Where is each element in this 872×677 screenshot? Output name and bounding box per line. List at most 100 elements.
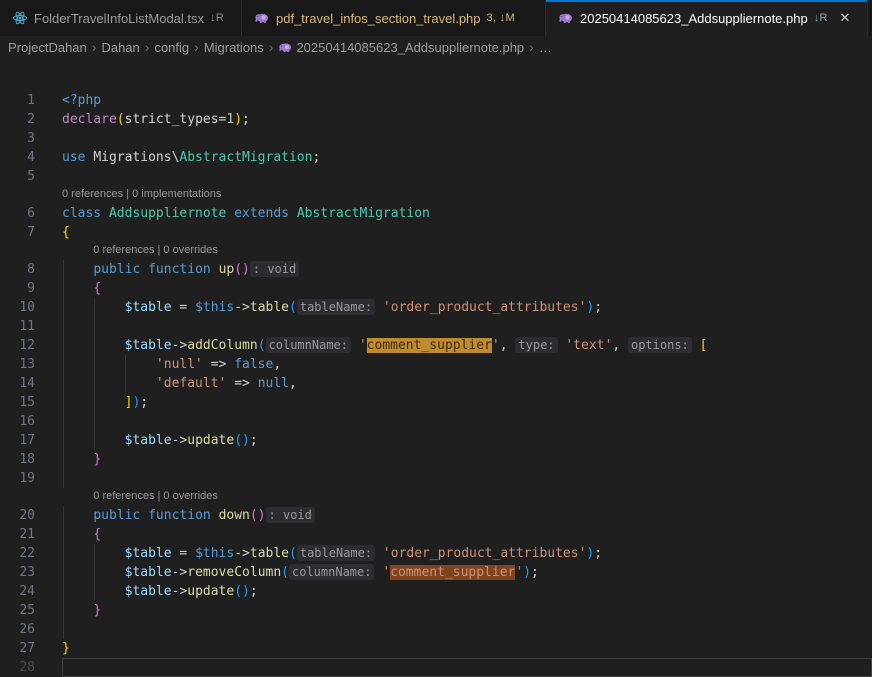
line-number[interactable]: 15 [0, 393, 62, 412]
code-line[interactable]: 23 $table->removeColumn(columnName: 'com… [0, 563, 872, 582]
line-number[interactable]: 2 [0, 110, 62, 129]
line-number[interactable]: 4 [0, 148, 62, 167]
code-line[interactable]: 8 public function up(): void [0, 260, 872, 279]
token: use [62, 150, 93, 165]
code-content: $table->removeColumn(columnName: 'commen… [62, 563, 872, 582]
breadcrumb-item-project[interactable]: ProjectDahan [8, 40, 87, 55]
line-number[interactable]: 28 [0, 658, 62, 677]
line-number[interactable]: 10 [0, 298, 62, 317]
code-line[interactable]: 4use Migrations\AbstractMigration; [0, 148, 872, 167]
token: public [93, 262, 140, 277]
line-number[interactable]: 11 [0, 317, 62, 336]
code-line[interactable]: 27} [0, 639, 872, 658]
editor-code[interactable]: 1<?php2declare(strict_types=1);34use Mig… [0, 58, 872, 677]
code-line[interactable]: 10 $table = $this->table(tableName: 'ord… [0, 298, 872, 317]
line-number[interactable]: 17 [0, 431, 62, 450]
token: tableName: [297, 545, 375, 561]
chevron-right-icon: › [527, 39, 536, 55]
token: : void [250, 261, 299, 277]
chevron-right-icon: › [90, 39, 99, 55]
line-number[interactable]: 24 [0, 582, 62, 601]
code-line[interactable]: 18 } [0, 450, 872, 469]
code-line[interactable]: 21 { [0, 525, 872, 544]
line-number[interactable]: 21 [0, 525, 62, 544]
token: ' [492, 338, 500, 353]
token: { [62, 225, 70, 240]
code-line[interactable]: 14 'default' => null, [0, 374, 872, 393]
code-line[interactable]: 11 [0, 317, 872, 336]
code-line[interactable]: 26 [0, 620, 872, 639]
line-number[interactable]: 13 [0, 355, 62, 374]
indent-guide [94, 298, 95, 317]
token: = [172, 546, 195, 561]
token: ) [242, 433, 250, 448]
code-line[interactable]: 5 [0, 167, 872, 186]
token: ) [523, 565, 531, 580]
breadcrumb-item-config[interactable]: config [154, 40, 189, 55]
code-line[interactable]: 20 public function down(): void [0, 506, 872, 525]
indent-guide [63, 525, 64, 544]
close-icon[interactable]: ✕ [835, 8, 855, 28]
token [351, 338, 359, 353]
react-icon [12, 10, 28, 26]
code-line[interactable]: 15 ]); [0, 393, 872, 412]
line-number[interactable]: 12 [0, 336, 62, 355]
line-number[interactable]: 7 [0, 223, 62, 242]
breadcrumb-item-dahan[interactable]: Dahan [101, 40, 139, 55]
line-number[interactable]: 19 [0, 469, 62, 488]
code-line[interactable]: 25 } [0, 601, 872, 620]
breadcrumb-item-file[interactable]: 20250414085623_Addsuppliernote.php [278, 40, 524, 55]
token [375, 546, 383, 561]
line-number[interactable]: 22 [0, 544, 62, 563]
indent-guide [94, 336, 95, 355]
line-number[interactable]: 9 [0, 279, 62, 298]
tab-folder-travel-info-list-modal[interactable]: FolderTravelInfoListModal.tsx ↓R [0, 0, 242, 36]
code-line[interactable]: 28 [0, 658, 872, 677]
line-number[interactable]: 16 [0, 412, 62, 431]
code-line[interactable]: 24 $table->update(); [0, 582, 872, 601]
line-number[interactable]: 14 [0, 374, 62, 393]
line-number[interactable]: 18 [0, 450, 62, 469]
line-number[interactable]: 20 [0, 506, 62, 525]
line-number[interactable]: 1 [0, 91, 62, 110]
indent-guide [63, 298, 64, 317]
breadcrumb-item-symbol[interactable]: … [539, 40, 552, 55]
code-content [62, 129, 872, 148]
line-number[interactable]: 3 [0, 129, 62, 148]
tab-addsuppliernote-active[interactable]: 20250414085623_Addsuppliernote.php ↓R ✕ [546, 0, 868, 36]
code-line[interactable]: 3 [0, 129, 872, 148]
code-line[interactable]: 22 $table = $this->table(tableName: 'ord… [0, 544, 872, 563]
code-line[interactable]: 12 $table->addColumn(columnName: 'commen… [0, 336, 872, 355]
code-line[interactable]: 19 [0, 469, 872, 488]
codelens[interactable]: 0 references | 0 overrides [0, 488, 872, 506]
code-line[interactable]: 13 'null' => false, [0, 355, 872, 374]
token: ( [258, 338, 266, 353]
line-number[interactable]: 6 [0, 204, 62, 223]
code-content: use Migrations\AbstractMigration; [62, 148, 872, 167]
line-number[interactable]: 26 [0, 620, 62, 639]
breadcrumb-item-migrations[interactable]: Migrations [204, 40, 264, 55]
token: ( [234, 433, 242, 448]
code-line[interactable]: 7{ [0, 223, 872, 242]
code-line[interactable]: 9 { [0, 279, 872, 298]
code-line[interactable]: 17 $table->update(); [0, 431, 872, 450]
line-number[interactable]: 23 [0, 563, 62, 582]
indent-guide [63, 563, 64, 582]
codelens[interactable]: 0 references | 0 overrides [0, 242, 872, 260]
token [250, 376, 258, 391]
line-number[interactable]: 25 [0, 601, 62, 620]
line-number[interactable]: 5 [0, 167, 62, 186]
code-content: } [62, 639, 872, 658]
token: -> [172, 565, 188, 580]
code-line[interactable]: 16 [0, 412, 872, 431]
token: comment_supplier [367, 338, 492, 353]
token: , [612, 338, 628, 353]
line-number[interactable]: 8 [0, 260, 62, 279]
codelens[interactable]: 0 references | 0 implementations [0, 186, 872, 204]
code-line[interactable]: 6class Addsuppliernote extends AbstractM… [0, 204, 872, 223]
code-line[interactable]: 2declare(strict_types=1); [0, 110, 872, 129]
token: 'text' [565, 338, 612, 353]
tab-pdf-travel-infos-section[interactable]: pdf_travel_infos_section_travel.php 3, ↓… [242, 0, 546, 36]
line-number[interactable]: 27 [0, 639, 62, 658]
code-line[interactable]: 1<?php [0, 91, 872, 110]
